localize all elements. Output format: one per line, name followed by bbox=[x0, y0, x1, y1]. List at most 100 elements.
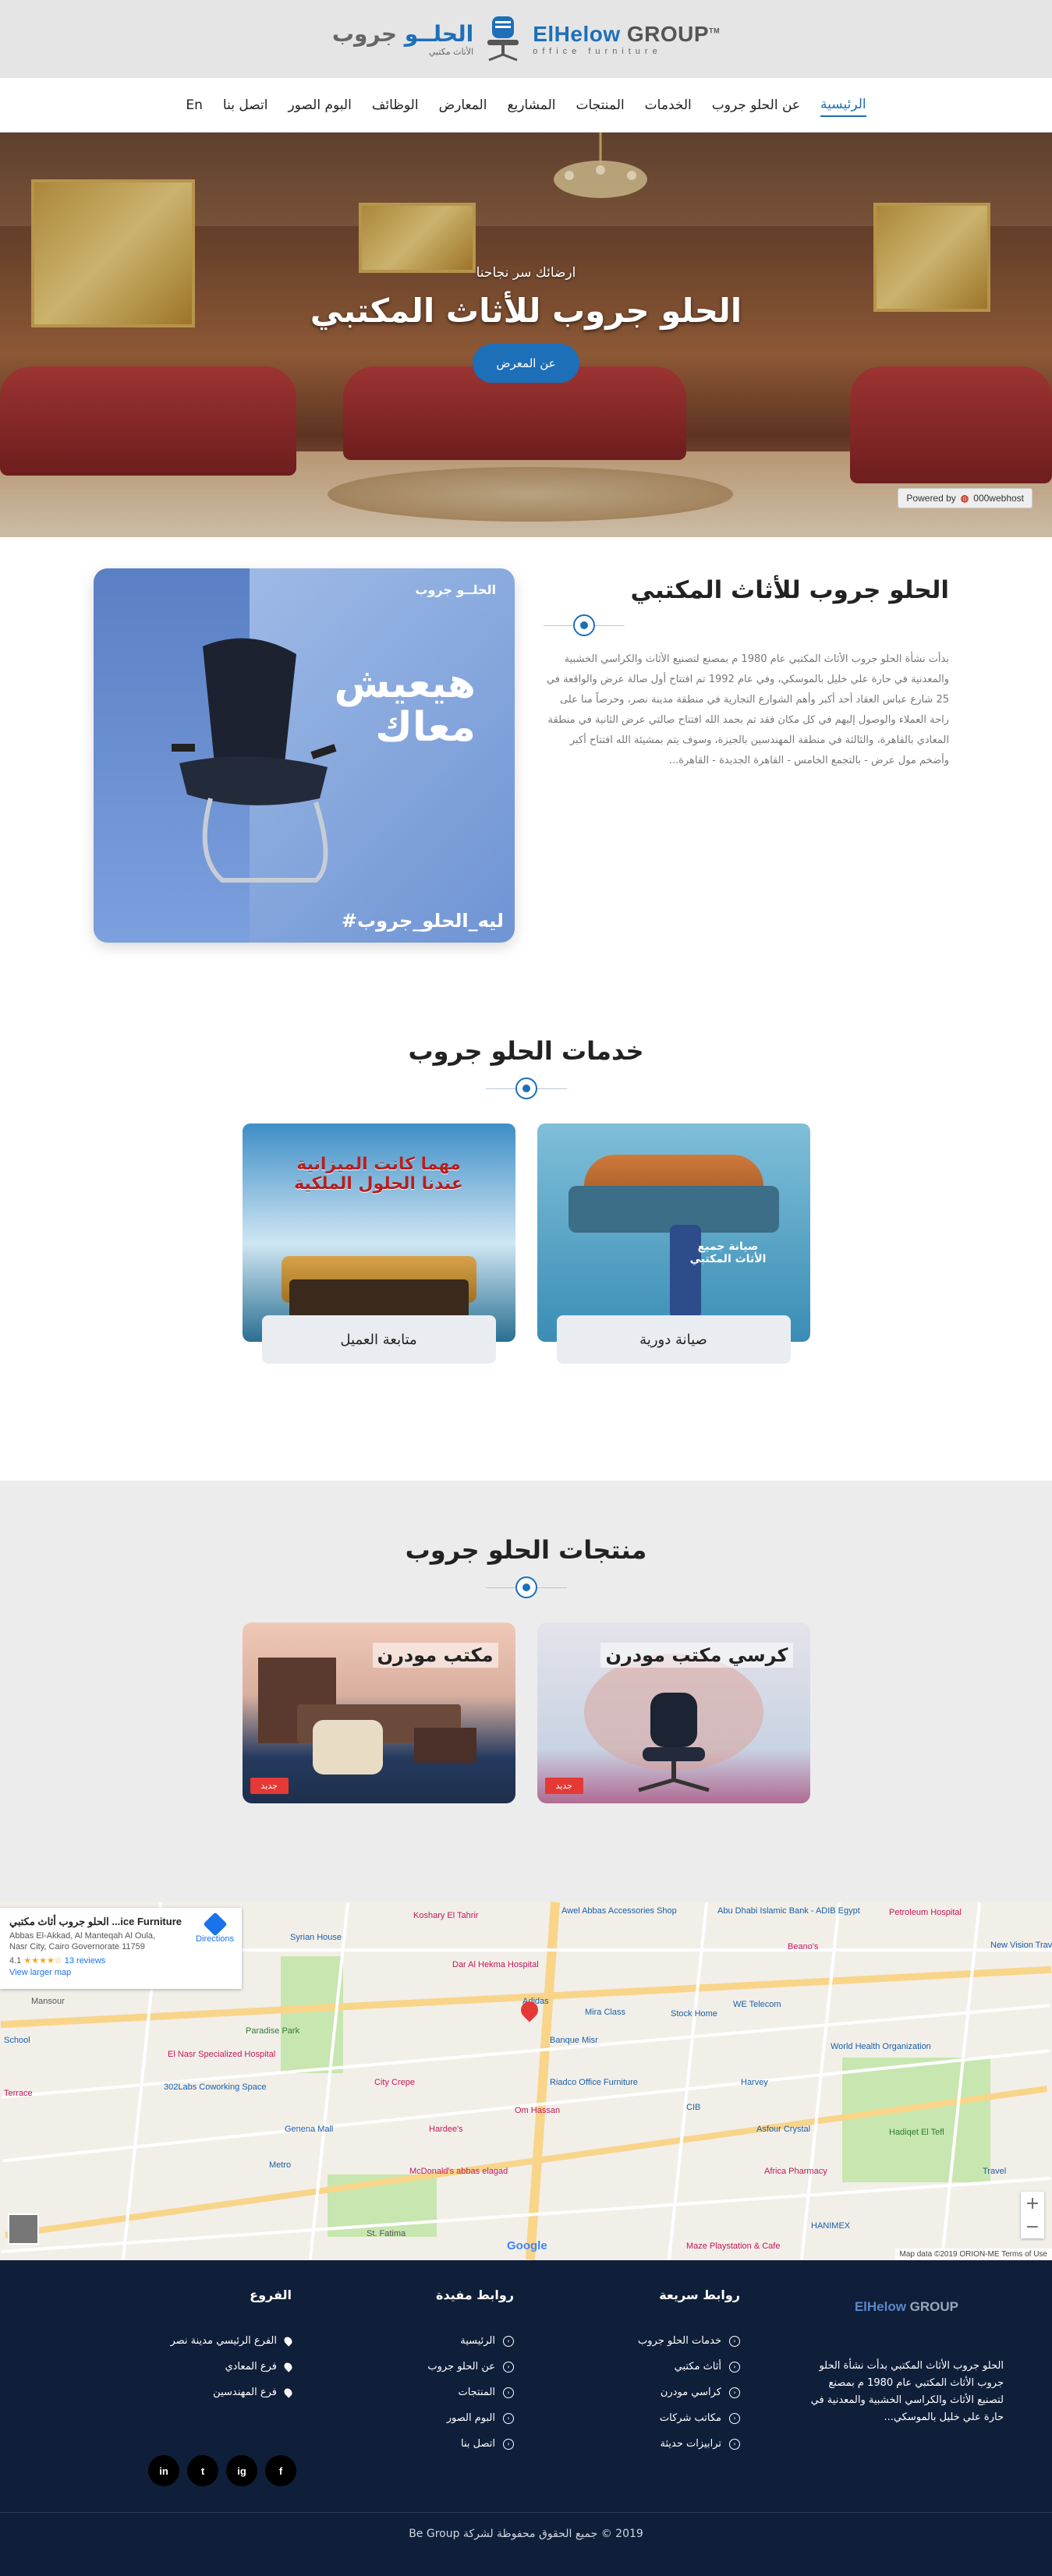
about-section: الحلــو جروب هيعيش معاك #ليه_الحلو_جروب ا… bbox=[0, 537, 1052, 1005]
service-card[interactable]: مهما كانت الميزانية عندنا الحلول الملكية… bbox=[242, 1123, 515, 1364]
map-label: CIB bbox=[686, 2103, 701, 2112]
directions-button[interactable]: Directions bbox=[196, 1912, 234, 1944]
footer-quick-link[interactable]: ‹ أثاث مكتبي bbox=[638, 2361, 740, 2373]
map-label: Hadiqet El Tefl bbox=[889, 2128, 944, 2137]
twitter-icon[interactable]: t bbox=[187, 2455, 218, 2486]
zoom-out-button[interactable]: − bbox=[1021, 2215, 1044, 2238]
product-card-title: مكتب مودرن bbox=[372, 1643, 498, 1668]
office-chair-icon bbox=[172, 638, 337, 883]
nav-products[interactable]: المنتجات bbox=[576, 94, 625, 116]
view-larger-map-link[interactable]: View larger map bbox=[9, 1968, 232, 1977]
map-label: Koshary El Tahrir bbox=[413, 1911, 479, 1920]
footer-branch[interactable]: الفرع الرئيسي مدينة نصر bbox=[170, 2335, 294, 2347]
footer-logo[interactable]: ElHelow GROUP bbox=[855, 2299, 958, 2315]
nav-about[interactable]: عن الحلو جروب bbox=[712, 94, 800, 116]
map-label: Dar Al Hekma Hospital bbox=[452, 1960, 539, 1969]
about-image-logo: الحلــو جروب bbox=[415, 582, 496, 597]
footer-useful-links-title: روابط مفيدة bbox=[436, 2288, 514, 2302]
footer-useful-link[interactable]: ‹ اتصل بنا bbox=[427, 2438, 514, 2450]
map-label: Mira Class bbox=[585, 2008, 625, 2017]
product-card-image: كرسي مكتب مودرن جديد bbox=[537, 1622, 810, 1803]
map-label: 302Labs Coworking Space bbox=[164, 2082, 267, 2092]
map-label: Metro bbox=[269, 2160, 292, 2170]
service-card-image: صيانة جميع الأثاث المكتبي bbox=[537, 1123, 810, 1342]
nav-services[interactable]: الخدمات bbox=[645, 94, 692, 116]
zoom-in-button[interactable]: + bbox=[1021, 2192, 1044, 2215]
copyright-text: 2019 © جميع الحقوق محفوظة لشركة Be Group bbox=[409, 2528, 643, 2540]
nav-projects[interactable]: المشاريع bbox=[507, 94, 555, 116]
chevron-left-icon: ‹ bbox=[503, 2438, 514, 2450]
map-label: Beano's bbox=[788, 1942, 819, 1951]
about-description: بدأت نشأة الحلو جروب الأثاث المكتبي عام … bbox=[546, 653, 949, 766]
map-label: Maze Playstation & Cafe bbox=[686, 2242, 781, 2251]
map-label: Mansour bbox=[31, 1997, 65, 2006]
footer-quick-link[interactable]: ‹ خدمات الحلو جروب bbox=[638, 2335, 740, 2347]
map-label: Riadco Office Furniture bbox=[550, 2078, 638, 2087]
product-card[interactable]: مكتب مودرن جديد bbox=[242, 1622, 515, 1803]
about-promo-image: الحلــو جروب هيعيش معاك #ليه_الحلو_جروب bbox=[94, 568, 515, 943]
map-place-rating: 4.1 ★★★★☆ 13 reviews bbox=[9, 1956, 106, 1966]
nav-contact[interactable]: اتصل بنا bbox=[223, 94, 268, 116]
hero-cta-button[interactable]: عن المعرض bbox=[473, 344, 579, 383]
footer-useful-link[interactable]: ‹ الرئيسية bbox=[427, 2335, 514, 2347]
logo-arabic-name: الحلــو جروب bbox=[331, 21, 474, 47]
office-chair-logo-icon bbox=[487, 16, 519, 62]
map-label: City Crepe bbox=[374, 2078, 415, 2087]
about-divider bbox=[544, 614, 926, 636]
footer-useful-link[interactable]: ‹ البوم الصور bbox=[427, 2412, 514, 2424]
map-label: Abu Dhabi Islamic Bank - ADIB Egypt bbox=[717, 1906, 860, 1916]
products-title: منتجات الحلو جروب bbox=[405, 1535, 647, 1565]
facebook-icon[interactable]: f bbox=[265, 2455, 296, 2486]
footer-quick-link[interactable]: ‹ ترابيزات حديثة bbox=[638, 2438, 740, 2450]
linkedin-icon[interactable]: in bbox=[148, 2455, 179, 2486]
footer-quick-link[interactable]: ‹ مكاتب شركات bbox=[638, 2412, 740, 2424]
site-footer: ElHelow GROUP الحلو جروب الأثاث المكتبي … bbox=[0, 2260, 1052, 2576]
footer-branches: الفروع الفرع الرئيسي مدينة نصر فرع المعا… bbox=[170, 2288, 294, 2412]
powered-by-label: Powered by bbox=[906, 493, 956, 504]
map-marker-icon bbox=[282, 2387, 294, 2398]
footer-about-text: الحلو جروب الأثاث المكتبي بدأت نشأة الحل… bbox=[810, 2360, 1004, 2423]
map-label: Hardee's bbox=[429, 2125, 463, 2134]
services-section: خدمات الحلو جروب صيانة جميع الأثاث المكت… bbox=[0, 1005, 1052, 1481]
nav-jobs[interactable]: الوظائف bbox=[372, 94, 419, 116]
product-card[interactable]: كرسي مكتب مودرن جديد bbox=[537, 1622, 810, 1803]
footer-quick-link[interactable]: ‹ كراسي مودرن bbox=[638, 2387, 740, 2398]
map-label: St. Fatima bbox=[367, 2229, 406, 2238]
google-logo: Google bbox=[507, 2239, 547, 2252]
products-section: منتجات الحلو جروب كرسي مكتب مودرن جديد م… bbox=[0, 1481, 1052, 1902]
map-label: El Nasr Specialized Hospital bbox=[168, 2050, 276, 2059]
instagram-icon[interactable]: ig bbox=[226, 2455, 257, 2486]
powered-by-badge[interactable]: Powered by ◍ 000webhost bbox=[898, 488, 1033, 508]
map-label: Paradise Park bbox=[246, 2026, 300, 2036]
nav-gallery[interactable]: البوم الصور bbox=[288, 94, 351, 116]
map-label: Awel Abbas Accessories Shop bbox=[561, 1906, 677, 1916]
nav-home[interactable]: الرئيسية bbox=[820, 94, 866, 117]
footer-divider bbox=[0, 2512, 1052, 2513]
map-marker-icon bbox=[282, 2335, 294, 2347]
main-navigation: الرئيسية عن الحلو جروب الخدمات المنتجات … bbox=[0, 78, 1052, 133]
nav-language-switch[interactable]: En bbox=[186, 94, 203, 116]
directions-icon bbox=[202, 1912, 228, 1937]
footer-useful-link[interactable]: ‹ المنتجات bbox=[427, 2387, 514, 2398]
site-logo[interactable]: الحلــو جروب الأثاث مكتبي ElHelow GROUPT… bbox=[332, 13, 720, 65]
map-label: Harvey bbox=[741, 2078, 768, 2087]
divider-dot-icon bbox=[515, 1077, 537, 1099]
map-label: Travel bbox=[983, 2167, 1007, 2176]
footer-branch[interactable]: فرع المهندسين bbox=[170, 2387, 294, 2398]
location-map[interactable]: Koshary El Tahrir Awel Abbas Accessories… bbox=[0, 1902, 1052, 2260]
chevron-left-icon: ‹ bbox=[729, 2335, 740, 2347]
map-reviews-link[interactable]: 13 reviews bbox=[65, 1956, 106, 1966]
map-label: WE Telecom bbox=[733, 2000, 781, 2009]
footer-branch[interactable]: فرع المعادي bbox=[170, 2361, 294, 2373]
office-chair-icon bbox=[637, 1693, 710, 1792]
map-label: Africa Pharmacy bbox=[764, 2167, 827, 2176]
footer-useful-link[interactable]: ‹ عن الحلو جروب bbox=[427, 2361, 514, 2373]
service-image-text: مهما كانت الميزانية عندنا الحلول الملكية bbox=[294, 1155, 463, 1194]
services-divider bbox=[0, 1077, 1052, 1099]
map-label: Syrian House bbox=[290, 1933, 342, 1942]
nav-exhibitions[interactable]: المعارض bbox=[439, 94, 487, 116]
service-card[interactable]: صيانة جميع الأثاث المكتبي صيانة دورية bbox=[537, 1123, 810, 1364]
map-satellite-toggle[interactable] bbox=[8, 2213, 39, 2245]
map-street bbox=[667, 1902, 709, 2259]
map-label: School bbox=[4, 2036, 30, 2045]
